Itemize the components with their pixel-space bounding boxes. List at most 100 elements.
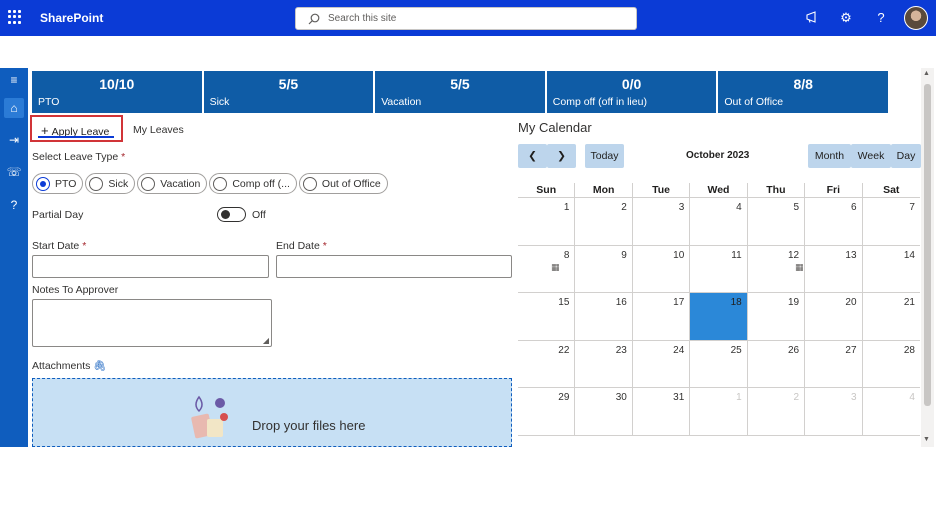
calendar-day-cell[interactable]: 25 xyxy=(690,340,748,387)
search-icon xyxy=(308,13,320,24)
calendar-day-cell[interactable]: 4 xyxy=(690,198,748,245)
gear-icon[interactable]: ⚙ xyxy=(838,10,854,26)
calendar-day-cell[interactable]: 2 xyxy=(748,388,806,435)
radio-sick[interactable]: Sick xyxy=(85,173,136,194)
calendar-day-cell[interactable]: 3 xyxy=(805,388,863,435)
calendar-day-cell[interactable]: 9 xyxy=(575,245,633,292)
calendar-day-cell[interactable]: 15 xyxy=(518,293,576,340)
calendar-day-cell[interactable]: 14 xyxy=(863,246,920,293)
partial-day-toggle[interactable] xyxy=(217,207,246,222)
calendar-week-row: 1234567 xyxy=(518,198,920,246)
menu-icon[interactable]: ≡ xyxy=(4,70,24,90)
help-icon[interactable]: ? xyxy=(873,10,889,26)
calendar-title: My Calendar xyxy=(518,120,592,135)
view-month-button[interactable]: Month xyxy=(808,144,851,168)
left-rail: ≡ ⌂ ⇥ ☏ ? xyxy=(0,68,28,447)
calendar-day-cell[interactable]: 12 xyxy=(748,245,806,292)
calendar-day-cell[interactable]: 13 xyxy=(805,245,863,292)
calendar-day-cell[interactable]: 10 xyxy=(633,245,691,292)
calendar-day-cell[interactable]: 6 xyxy=(805,198,863,245)
calendar-day-cell[interactable]: 22 xyxy=(518,340,576,387)
search-box[interactable]: Search this site xyxy=(295,7,637,30)
file-drop-zone[interactable]: Drop your files here xyxy=(32,378,512,447)
calendar-day-cell[interactable]: 23 xyxy=(575,340,633,387)
calendar-day-cell[interactable]: 4 xyxy=(863,388,920,435)
start-date-field[interactable]: ▦ xyxy=(32,255,560,278)
exit-icon[interactable]: ⇥ xyxy=(4,130,24,150)
tile-value: 8/8 xyxy=(793,76,813,92)
calendar-day-cell[interactable]: 26 xyxy=(748,340,806,387)
weekday-label: Mon xyxy=(575,183,633,197)
radio-dot xyxy=(213,176,228,191)
help-nav-icon[interactable]: ? xyxy=(4,195,24,215)
next-month-button[interactable]: ❯ xyxy=(547,144,576,168)
conversation-icon[interactable]: ☏ xyxy=(4,162,24,182)
tile-label: PTO xyxy=(38,96,60,108)
view-day-button[interactable]: Day xyxy=(891,144,921,168)
calendar-day-cell[interactable]: 16 xyxy=(575,293,633,340)
calendar-day-cell[interactable]: 5 xyxy=(748,198,806,245)
paperclip-icon: 🖇 xyxy=(93,360,107,372)
calendar-day-cell[interactable]: 19 xyxy=(748,293,806,340)
end-date-label: End Date * xyxy=(276,240,327,252)
calendar-day-cell[interactable]: 7 xyxy=(863,198,920,245)
calendar-day-cell[interactable]: 30 xyxy=(575,388,633,435)
scroll-thumb[interactable] xyxy=(924,84,931,406)
tile-value: 0/0 xyxy=(621,76,642,92)
weekday-label: Fri xyxy=(805,183,863,197)
month-calendar: Sun Mon Tue Wed Thu Fri Sat 1 2 3 4 5 6 7 8 9 10 1… xyxy=(518,183,920,447)
calendar-day-cell[interactable]: 31 xyxy=(633,388,691,435)
tile-out-of-office[interactable]: 8/8 Out of Office xyxy=(718,71,888,113)
tab-apply-leave[interactable]: + Apply Leave xyxy=(30,115,123,142)
partial-day-label: Partial Day xyxy=(32,209,84,221)
calendar-day-cell[interactable]: 29 xyxy=(518,388,576,435)
calendar-day-cell[interactable]: 8 xyxy=(518,245,576,292)
calendar-day-cell[interactable]: 27 xyxy=(805,340,863,387)
notes-textarea[interactable]: ◢ xyxy=(32,299,272,347)
calendar-day-cell[interactable]: 17 xyxy=(633,293,691,340)
calendar-day-cell[interactable]: 21 xyxy=(863,293,920,340)
home-icon[interactable]: ⌂ xyxy=(4,98,24,118)
today-button[interactable]: Today xyxy=(585,144,624,168)
start-date-label: Start Date * xyxy=(32,240,87,252)
avatar[interactable] xyxy=(904,6,928,30)
page-scrollbar[interactable]: ▲ ▼ xyxy=(921,68,934,447)
tile-vacation[interactable]: 5/5 Vacation xyxy=(375,71,545,113)
search-input[interactable]: Search this site xyxy=(328,13,396,24)
view-week-button[interactable]: Week xyxy=(851,144,891,168)
megaphone-icon[interactable] xyxy=(804,10,820,26)
tab-my-leaves[interactable]: My Leaves xyxy=(133,124,184,136)
tile-pto[interactable]: 10/10 PTO xyxy=(32,71,202,113)
resize-grip-icon[interactable]: ◢ xyxy=(263,336,269,345)
calendar-day-cell[interactable]: 28 xyxy=(863,341,920,388)
waffle-icon[interactable] xyxy=(8,10,22,24)
calendar-day-cell[interactable]: 18 xyxy=(690,293,748,340)
brand-title[interactable]: SharePoint xyxy=(40,11,103,25)
weekday-label: Sun xyxy=(518,183,576,197)
scroll-down-icon[interactable]: ▼ xyxy=(923,436,930,443)
calendar-day-cell[interactable]: 11 xyxy=(690,245,748,292)
tile-label: Sick xyxy=(209,96,230,108)
calendar-day-cell[interactable]: 20 xyxy=(805,293,863,340)
calendar-week-row: 22 23 24 25 26 27 28 xyxy=(518,340,920,388)
calendar-week-row: 8 9 10 11 12 13 14 xyxy=(518,245,920,293)
radio-vacation[interactable]: Vacation xyxy=(137,173,208,194)
end-date-field[interactable]: ▦ xyxy=(276,255,804,278)
scroll-up-icon[interactable]: ▲ xyxy=(923,70,930,77)
radio-pto[interactable]: PTO xyxy=(32,173,84,194)
calendar-day-cell[interactable]: 1 xyxy=(518,198,576,245)
radio-comp-off[interactable]: Comp off (... xyxy=(209,173,297,194)
radio-out-of-office[interactable]: Out of Office xyxy=(298,173,388,194)
calendar-day-cell[interactable]: 3 xyxy=(633,198,691,245)
radio-dot xyxy=(89,176,104,191)
calendar-day-cell[interactable]: 24 xyxy=(633,340,691,387)
tile-label: Out of Office xyxy=(724,96,784,108)
tile-sick[interactable]: 5/5 Sick xyxy=(203,71,374,113)
tile-comp-off[interactable]: 0/0 Comp off (off in lieu) xyxy=(546,71,717,113)
partial-day-state: Off xyxy=(252,209,266,221)
prev-month-button[interactable]: ❮ xyxy=(518,144,547,168)
calendar-day-cell[interactable]: 2 xyxy=(575,198,633,245)
leave-type-label: Select Leave Type * xyxy=(32,151,126,163)
radio-dot xyxy=(302,176,317,191)
calendar-day-cell[interactable]: 1 xyxy=(690,388,748,435)
